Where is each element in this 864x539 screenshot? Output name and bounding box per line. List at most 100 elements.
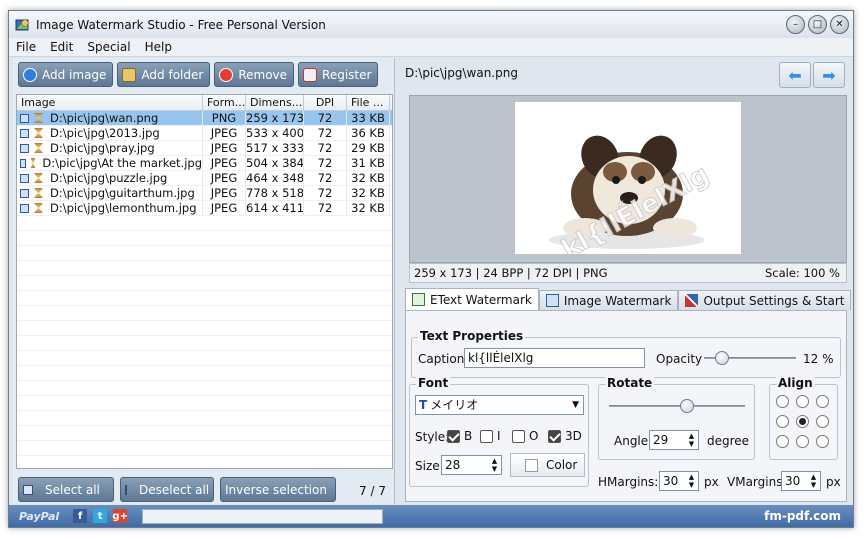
row-format: JPEG [203, 186, 246, 200]
row-checkbox[interactable] [20, 128, 29, 138]
col-dpi[interactable]: DPI [304, 95, 347, 110]
tab-image-watermark-label: Image Watermark [563, 293, 672, 308]
row-format: JPEG [203, 201, 246, 215]
text-watermark-panel: Text Properties Caption: kl{llÉlelXlg Op… [405, 310, 847, 502]
tab-image-watermark[interactable]: Image Watermark [538, 290, 679, 310]
opacity-slider-thumb[interactable] [715, 351, 729, 365]
inverse-selection-label: Inverse selection [225, 482, 327, 497]
angle-stepper[interactable]: 29 ▲ ▼ [649, 430, 699, 450]
align-middle-left[interactable] [776, 415, 789, 428]
select-all-label: Select all [45, 482, 100, 497]
row-checkbox[interactable] [20, 203, 29, 213]
folder-icon [122, 67, 137, 82]
tab-output-settings[interactable]: Output Settings & Start [678, 290, 852, 310]
font-select[interactable]: T メイリオ ▼ [415, 395, 584, 415]
menu-file[interactable]: File [9, 40, 43, 54]
align-middle-right[interactable] [816, 415, 829, 428]
row-dpi: 72 [304, 141, 347, 155]
row-checkbox[interactable] [20, 158, 26, 168]
tools-icon [685, 294, 699, 307]
spin-arrows-icon[interactable]: ▲ ▼ [490, 457, 499, 473]
prev-image-button[interactable]: ⬅ [779, 62, 811, 88]
table-row[interactable]: D:\pic\jpg\pray.jpg JPEG 517 x 333 72 29 KB [17, 141, 392, 156]
spin-arrows-icon[interactable]: ▲ ▼ [687, 432, 696, 448]
row-size: 29 KB [347, 141, 390, 155]
table-row[interactable]: D:\pic\jpg\At the market.jpg JPEG 504 x 38… [17, 156, 392, 171]
row-checkbox[interactable] [20, 143, 29, 153]
3d-checkbox[interactable]: 3D [548, 429, 582, 443]
rotate-slider[interactable] [609, 399, 745, 413]
row-dims: 778 x 518 [246, 186, 304, 200]
table-row[interactable]: D:\pic\jpg\lemonthum.jpg JPEG 614 x 411 72 3… [17, 201, 392, 216]
paypal-link[interactable]: PayPal [19, 510, 59, 523]
spin-arrows-icon[interactable]: ▲ ▼ [687, 473, 696, 489]
row-checkbox[interactable] [20, 188, 29, 198]
spin-arrows-icon[interactable]: ▲ ▼ [809, 473, 818, 489]
tab-text-watermark[interactable]: EText Watermark [405, 288, 539, 310]
next-image-button[interactable]: ➡ [813, 62, 845, 88]
googleplus-icon[interactable]: g+ [112, 509, 128, 523]
bold-checkbox[interactable]: B [447, 429, 472, 443]
row-dims: 614 x 411 [246, 201, 304, 215]
minimize-button[interactable]: – [786, 15, 805, 34]
vmargins-stepper[interactable]: 30 ▲ ▼ [781, 471, 821, 491]
color-button[interactable]: Color [510, 453, 585, 477]
add-folder-button[interactable]: Add folder [117, 62, 211, 87]
align-bottom-right[interactable] [816, 435, 829, 448]
col-dimensions[interactable]: Dimens... [246, 95, 304, 110]
add-image-button[interactable]: Add image [18, 62, 114, 87]
menu-special[interactable]: Special [80, 40, 137, 54]
arrow-right-icon: ➡ [822, 65, 836, 85]
opacity-value: 12 % [803, 352, 834, 366]
rotate-slider-thumb[interactable] [680, 399, 694, 413]
hmargins-stepper[interactable]: 30 ▲ ▼ [659, 471, 699, 491]
maximize-button[interactable]: □ [808, 15, 827, 34]
align-top-center[interactable] [796, 395, 809, 408]
close-button[interactable]: ✕ [830, 15, 849, 34]
vmargins-label: VMargins: [727, 475, 787, 489]
deselect-all-button[interactable]: Deselect all [120, 477, 214, 502]
arrow-left-icon: ⬅ [788, 65, 802, 85]
table-row[interactable]: D:\pic\jpg\wan.png PNG 259 x 173 72 33 KB [17, 111, 392, 126]
image-preview: kl{llÉlelXlg [409, 95, 847, 263]
col-format[interactable]: Form... [203, 95, 246, 110]
menu-help[interactable]: Help [138, 40, 179, 54]
remove-label: Remove [238, 67, 288, 82]
facebook-icon[interactable]: f [73, 509, 88, 523]
align-top-left[interactable] [776, 395, 789, 408]
table-row[interactable]: D:\pic\jpg\guitarthum.jpg JPEG 778 x 518 72… [17, 186, 392, 201]
brand-link[interactable]: fm-pdf.com [764, 509, 841, 523]
font-size-stepper[interactable]: 28 ▲ ▼ [441, 455, 502, 475]
settings-tabs: EText Watermark Image Watermark Output S… [405, 288, 852, 310]
angle-label: Angle: [614, 434, 653, 448]
title-bar: Image Watermark Studio - Free Personal V… [9, 11, 853, 38]
table-row[interactable]: D:\pic\jpg\puzzle.jpg JPEG 464 x 348 72 32 K… [17, 171, 392, 186]
opacity-slider[interactable] [704, 351, 796, 365]
remove-icon [219, 67, 234, 82]
col-image[interactable]: Image [17, 95, 203, 110]
caption-input[interactable]: kl{llÉlelXlg [464, 348, 645, 368]
menu-edit[interactable]: Edit [43, 40, 80, 54]
align-center[interactable] [796, 415, 809, 428]
italic-checkbox[interactable]: I [480, 429, 501, 443]
align-top-right[interactable] [816, 395, 829, 408]
checkbox-box [512, 429, 525, 443]
list-header: Image Form... Dimens... DPI File ... [17, 95, 392, 111]
hmargins-label: HMargins: [598, 475, 659, 489]
outline-checkbox[interactable]: O [512, 429, 538, 443]
row-format: JPEG [203, 171, 246, 185]
select-all-button[interactable]: Select all [18, 477, 114, 502]
col-filesize[interactable]: File ... [347, 95, 390, 110]
row-checkbox[interactable] [20, 173, 29, 183]
register-button[interactable]: Register [298, 62, 379, 87]
inverse-selection-button[interactable]: Inverse selection [220, 477, 336, 502]
remove-button[interactable]: Remove [214, 62, 295, 87]
row-checkbox[interactable] [20, 113, 29, 123]
menu-bar: File Edit Special Help [9, 38, 853, 57]
table-row[interactable]: D:\pic\jpg\2013.jpg JPEG 533 x 400 72 36 KB [17, 126, 392, 141]
image-list[interactable]: Image Form... Dimens... DPI File ... D:\… [16, 94, 393, 469]
twitter-icon[interactable]: t [93, 509, 108, 523]
vmargins-unit: px [826, 475, 841, 489]
align-bottom-left[interactable] [776, 435, 789, 448]
align-bottom-center[interactable] [796, 435, 809, 448]
